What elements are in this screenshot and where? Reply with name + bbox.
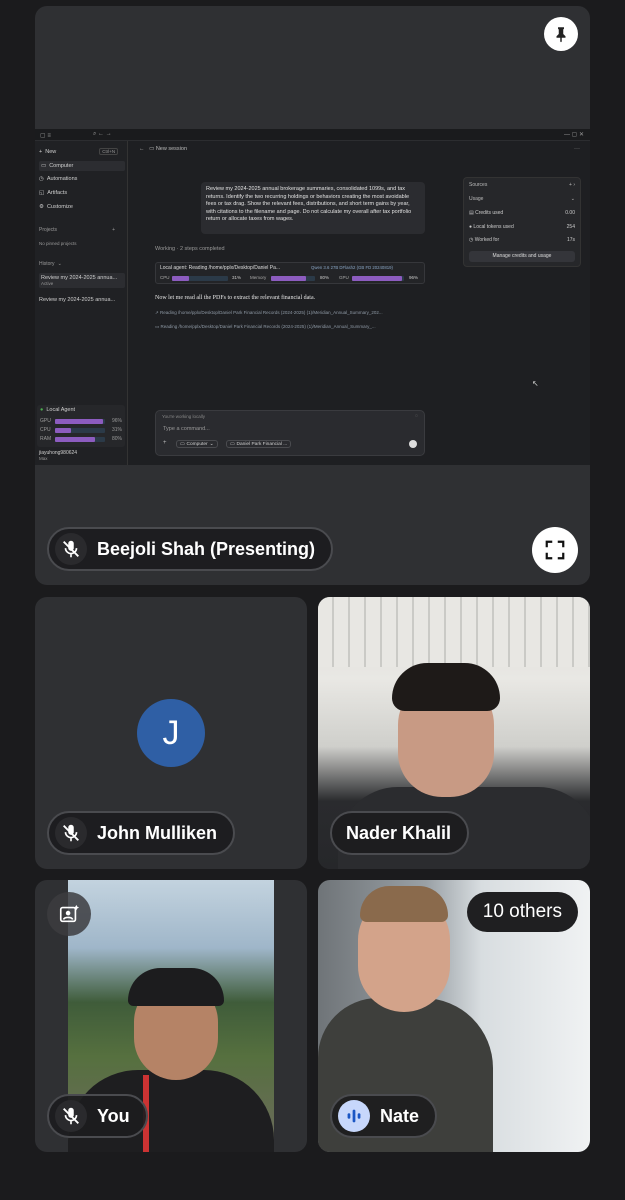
participant-tile-self[interactable]: You: [35, 880, 307, 1152]
portrait-sparkle-icon: [59, 904, 80, 923]
mic-off-icon: [55, 533, 87, 565]
sidebar-item-customize[interactable]: ⚙ Customize: [39, 204, 73, 210]
avatar: J: [137, 699, 205, 767]
chevron-down-icon[interactable]: ⌄: [571, 196, 575, 202]
agent-status-card: Local agent: Reading /home/pplx/Desktop/…: [155, 262, 425, 284]
model-label: Qwen 3.6 27B DFlash2 (GB FD 20240819): [311, 265, 393, 270]
presenter-name-pill: Beejoli Shah (Presenting): [47, 527, 334, 571]
folder-icon: ▭: [230, 441, 235, 447]
new-button[interactable]: + New Ctrl+N: [39, 148, 119, 155]
artifact-icon: ◱: [39, 190, 45, 196]
token-icon: ●: [469, 224, 473, 230]
nav-icons[interactable]: ⌕ ← →: [93, 131, 112, 138]
working-status[interactable]: Working · 2 steps completed: [155, 246, 225, 252]
participant-tile-nate[interactable]: 10 others Nate: [318, 880, 590, 1152]
participant-name: Nader Khalil: [346, 822, 452, 843]
pin-icon: [556, 27, 566, 43]
folder-chip[interactable]: ▭ Daniel Park Financial ...: [226, 440, 292, 448]
participant-name: You: [97, 1105, 130, 1126]
back-icon[interactable]: ←: [139, 146, 145, 152]
participant-name: Nate: [380, 1105, 420, 1126]
status-dot-icon: ●: [40, 407, 44, 413]
session-header: ← ▭ New session: [139, 146, 188, 152]
fullscreen-button[interactable]: [532, 527, 578, 573]
agent-memory-meter: [271, 276, 315, 281]
speaking-indicator-icon: [338, 1100, 370, 1132]
projects-header[interactable]: Projects +: [39, 227, 115, 233]
command-composer[interactable]: You're working locally ◌ Type a command.…: [155, 410, 425, 456]
monitor-icon: ▭: [180, 441, 185, 447]
participant-name-pill: Nader Khalil: [330, 811, 470, 855]
gear-icon: ⚙: [39, 204, 44, 210]
app-titlebar: ▢ ≡ ⌕ ← → — ▢ ✕: [35, 129, 590, 141]
shared-screen: ▢ ≡ ⌕ ← → — ▢ ✕ + New Ctrl+N ▭ Computer ◷…: [35, 129, 590, 465]
plus-icon[interactable]: + ›: [569, 182, 575, 188]
credits-used-row: ▤ Credits used: [469, 210, 504, 216]
ram-meter: [55, 437, 105, 442]
sources-usage-panel: Sources + › Usage ⌄ ▤ Credits used 0.00 …: [463, 177, 581, 267]
presentation-tile[interactable]: ▢ ≡ ⌕ ← → — ▢ ✕ + New Ctrl+N ▭ Computer ◷…: [35, 6, 590, 585]
pin-button[interactable]: [544, 17, 578, 51]
participant-tile-john[interactable]: J John Mulliken: [35, 597, 307, 869]
sidebar-item-artifacts[interactable]: ◱ Artifacts: [39, 190, 67, 196]
participant-name-pill: You: [47, 1094, 148, 1138]
local-note: You're working locally: [162, 414, 205, 419]
sidebar-item-computer[interactable]: ▭ Computer: [39, 161, 125, 171]
others-count-pill[interactable]: 10 others: [466, 892, 578, 932]
monitor-icon: ▭: [41, 163, 47, 169]
fullscreen-icon: [545, 540, 565, 560]
manage-credits-button[interactable]: Manage credits and usage: [469, 251, 575, 262]
step-item[interactable]: ▭ Reading /home/pplx/Desktop/Daniel Park…: [155, 324, 427, 330]
command-input[interactable]: Type a command...: [163, 426, 210, 432]
app-sidebar: + New Ctrl+N ▭ Computer ◷ Automations ◱ Art…: [35, 141, 128, 465]
history-header[interactable]: History ⌄: [39, 261, 62, 267]
local-agent-panel: ● Local Agent GPU 96% CPU 31% RAM 80%: [37, 405, 125, 447]
agent-status-text: Local agent: Reading /home/pplx/Desktop/…: [160, 265, 281, 271]
sources-label[interactable]: Sources: [469, 182, 487, 188]
monitor-icon: ▭: [149, 146, 155, 152]
sidebar-toggle-icon[interactable]: ▢ ≡: [40, 132, 51, 139]
info-icon[interactable]: ◌: [415, 413, 418, 419]
mic-off-icon: [55, 1100, 87, 1132]
stop-button[interactable]: [409, 440, 417, 448]
more-icon[interactable]: ···: [574, 146, 580, 152]
mic-off-icon: [55, 817, 87, 849]
credit-icon: ▤: [469, 210, 474, 216]
participant-name-pill: Nate: [330, 1094, 438, 1138]
mouse-cursor-icon: ↖: [532, 379, 539, 388]
user-prompt: Review my 2024-2025 annual brokerage sum…: [201, 182, 425, 234]
participant-name: John Mulliken: [97, 822, 218, 843]
history-item[interactable]: Review my 2024-2025 annua...: [39, 297, 115, 303]
plus-icon[interactable]: +: [163, 440, 167, 446]
window-controls[interactable]: — ▢ ✕: [564, 131, 584, 138]
local-tokens-row: ● Local tokens used: [469, 224, 514, 230]
agent-cpu-meter: [172, 276, 228, 281]
clock-icon: ◷: [39, 176, 44, 182]
user-profile[interactable]: jiayuhong980624 Max: [39, 450, 77, 461]
link-icon: ↗: [155, 310, 159, 315]
no-projects-text: No pinned projects: [39, 241, 77, 246]
presenter-name: Beejoli Shah (Presenting): [97, 538, 316, 559]
computer-chip[interactable]: ▭ Computer ⌄: [176, 440, 218, 448]
monitor-icon: ▭: [155, 324, 160, 329]
plus-icon: +: [39, 148, 43, 155]
sidebar-item-automations[interactable]: ◷ Automations: [39, 176, 77, 182]
worked-for-row: ◷ Worked for: [469, 237, 500, 243]
visual-effects-button[interactable]: [47, 892, 91, 936]
participant-name-pill: John Mulliken: [47, 811, 236, 855]
agent-message: Now let me read all the PDFs to extract …: [155, 295, 316, 301]
step-item[interactable]: ↗ Reading /home/pplx/Desktop/Daniel Park…: [155, 310, 427, 316]
usage-label[interactable]: Usage: [469, 196, 483, 202]
agent-gpu-meter: [352, 276, 404, 281]
participant-tile-nader[interactable]: Nader Khalil: [318, 597, 590, 869]
history-item[interactable]: Review my 2024-2025 annua... Active: [39, 273, 125, 288]
clock-icon: ◷: [469, 237, 474, 243]
gpu-meter: [55, 419, 105, 424]
cpu-meter: [55, 428, 105, 433]
